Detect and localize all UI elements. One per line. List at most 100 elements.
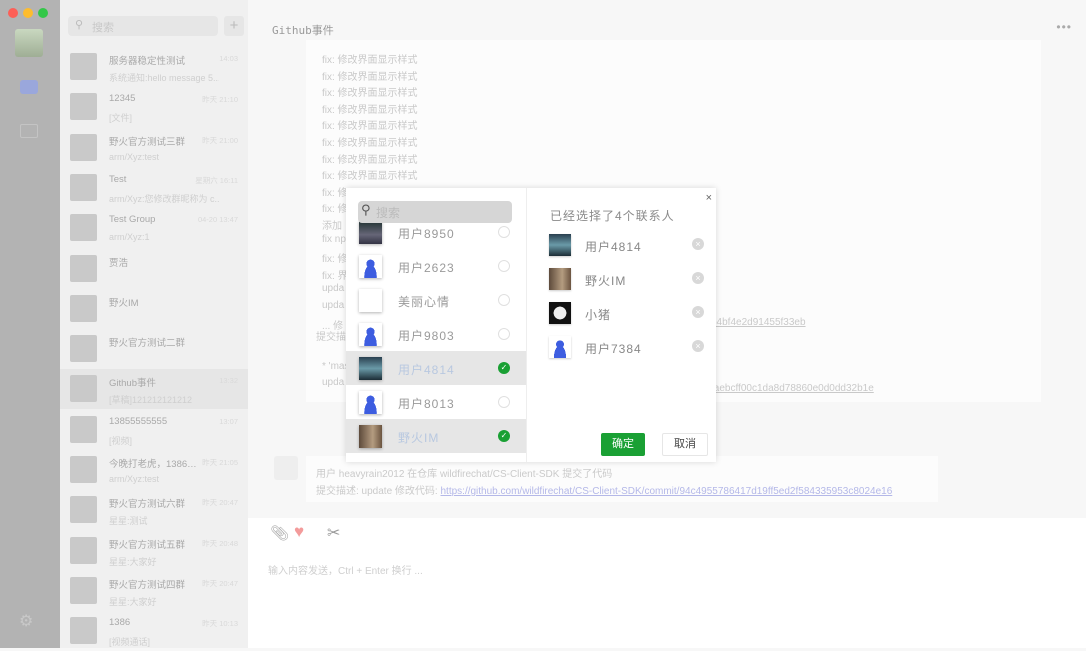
- conversation-avatar: [70, 415, 97, 443]
- conversation-item[interactable]: 今晚打老虎，1386… arm/Xyz:test 昨天 21:05: [60, 450, 248, 490]
- contact-avatar: [549, 268, 571, 290]
- bot-avatar[interactable]: [274, 456, 298, 480]
- contact-search-input[interactable]: ⚲ 搜索: [358, 201, 512, 223]
- conversation-last-message: [视频通话]: [109, 637, 151, 648]
- conversation-item[interactable]: 野火官方测试六群 星星:测试 昨天 20:47: [60, 490, 248, 530]
- conversation-avatar: [70, 536, 97, 564]
- selected-contacts-panel: × 已经选择了4个联系人 用户4814 × 野火IM × 小猪 × 用户7384 × 确定 取…: [527, 188, 716, 462]
- screenshot-scissors-icon[interactable]: ✂: [327, 523, 340, 543]
- conversation-item[interactable]: 野火官方测试四群 星星:大家好 昨天 20:47: [60, 571, 248, 611]
- conversation-name: Test: [109, 173, 127, 185]
- remove-contact-icon[interactable]: ×: [692, 272, 704, 284]
- more-options-button[interactable]: •••: [1056, 20, 1072, 34]
- close-window-button[interactable]: [8, 8, 18, 18]
- contact-avatar: [359, 425, 382, 448]
- remove-contact-icon[interactable]: ×: [692, 238, 704, 250]
- conversation-last-message: [视频]: [109, 435, 133, 446]
- conversation-avatar: [70, 53, 97, 80]
- conversation-item[interactable]: 13855555555 [视频] 13:07: [60, 410, 248, 450]
- conversation-item[interactable]: 野火官方测试三群 arm/Xyz:test 昨天 21:00: [60, 128, 248, 168]
- selected-contact: 用户7384 ×: [549, 336, 709, 360]
- confirm-button[interactable]: 确定: [601, 433, 645, 456]
- conversation-time: 昨天 20:48: [202, 538, 238, 548]
- commit-line: fix: 修: [322, 254, 348, 266]
- conversation-avatar: [70, 133, 97, 161]
- my-avatar[interactable]: [15, 29, 43, 57]
- conversation-last-message: arm/Xyz:1: [109, 232, 150, 243]
- message-input-area[interactable]: 📎︎ ♥ ✂ 输入内容发送，Ctrl + Enter 换行 ...: [248, 518, 1086, 648]
- avatar-image: [359, 357, 382, 380]
- contact-name: 用户9803: [398, 329, 455, 343]
- contact-name: 野火IM: [398, 431, 440, 445]
- contact-item[interactable]: 用户4814 ✓: [346, 351, 526, 385]
- conversation-item[interactable]: 贾浩: [60, 249, 248, 289]
- conversation-time: 14:03: [219, 54, 238, 63]
- contact-avatar: [359, 391, 382, 414]
- conversation-last-message: 星星:测试: [109, 516, 148, 527]
- contact-name: 用户7384: [585, 342, 642, 356]
- contact-avatar: [549, 336, 571, 358]
- avatar-image: [549, 302, 571, 324]
- conversation-time: 昨天 21:05: [202, 458, 238, 467]
- contact-item[interactable]: 用户8013: [346, 385, 526, 419]
- commit-line: fix: 修改界面显示样式: [322, 55, 418, 66]
- contact-item[interactable]: 用户9803: [346, 317, 526, 351]
- unchecked-radio[interactable]: [498, 226, 510, 238]
- settings-gear-icon[interactable]: ⚙: [19, 611, 39, 630]
- commit-link[interactable]: https://github.com/wildfirechat/CS-Clien…: [440, 486, 892, 497]
- conversation-item[interactable]: Test arm/Xyz:您修改群昵称为 c... 星期六 16:11: [60, 168, 248, 208]
- commit-line: fix: 修: [322, 204, 348, 216]
- conversation-name: Test Group: [109, 214, 156, 226]
- conversation-time: 昨天 10:13: [202, 619, 238, 629]
- contact-name: 野火IM: [585, 274, 627, 288]
- maximize-window-button[interactable]: [38, 8, 48, 18]
- conversation-avatar: [70, 214, 97, 242]
- checked-icon[interactable]: ✓: [498, 362, 510, 374]
- conversation-avatar: [70, 294, 97, 322]
- contact-avatar: [359, 357, 382, 380]
- contact-item[interactable]: 美丽心情: [346, 283, 526, 317]
- contacts-book-icon[interactable]: [20, 124, 38, 138]
- conversation-name: 12345: [109, 93, 136, 105]
- conversation-name: 野火官方测试四群: [109, 579, 186, 591]
- minimize-window-button[interactable]: [23, 8, 33, 18]
- conversation-item[interactable]: 野火官方测试二群: [60, 329, 248, 369]
- contact-picker-list[interactable]: ⚲ 搜索 用户8950 用户2623 美丽心情 用户9803 用户4814 ✓ 用户8013 野…: [346, 188, 527, 462]
- add-button[interactable]: +: [224, 16, 244, 36]
- commit-link[interactable]: b4bf4e2d91455f33eb: [711, 317, 806, 328]
- commit-line: fix: 修改界面显示样式: [322, 171, 418, 183]
- contact-item[interactable]: 野火IM ✓: [346, 419, 526, 453]
- conversation-time: 04-20 13:47: [197, 215, 238, 225]
- remove-contact-icon[interactable]: ×: [692, 306, 704, 318]
- checked-icon[interactable]: ✓: [498, 430, 510, 442]
- attachment-icon[interactable]: 📎︎: [270, 524, 289, 542]
- message-input-placeholder: 输入内容发送，Ctrl + Enter 换行 ...: [268, 566, 423, 577]
- conversation-item[interactable]: 服务器稳定性测试 系统通知:hello message 5... 14:03: [60, 47, 248, 87]
- contact-name: 用户4814: [398, 363, 455, 377]
- cancel-button[interactable]: 取消: [662, 433, 708, 456]
- remove-contact-icon[interactable]: ×: [692, 340, 704, 352]
- chat-icon[interactable]: [20, 80, 38, 94]
- unchecked-radio[interactable]: [498, 260, 510, 272]
- unchecked-radio[interactable]: [498, 328, 510, 340]
- avatar-image: [359, 425, 382, 448]
- favorite-heart-icon[interactable]: ♥: [294, 522, 304, 542]
- conversation-item[interactable]: 1386 [视频通话] 昨天 10:13: [60, 611, 248, 651]
- conversation-item[interactable]: Github事件 [草稿]121212121212 13:32: [60, 369, 248, 410]
- close-icon[interactable]: ×: [706, 192, 712, 204]
- search-placeholder: 搜索: [376, 206, 401, 220]
- conversation-item[interactable]: Test Group arm/Xyz:1 04-20 13:47: [60, 208, 248, 248]
- contact-item[interactable]: 用户2623: [346, 249, 526, 283]
- conversation-time: 昨天 21:10: [202, 95, 238, 105]
- unchecked-radio[interactable]: [498, 396, 510, 408]
- conversation-item[interactable]: 野火官方测试五群 星星:大家好 昨天 20:48: [60, 531, 248, 571]
- unchecked-radio[interactable]: [498, 294, 510, 306]
- conversation-name: 13855555555: [109, 415, 168, 427]
- conversation-item[interactable]: 野火IM: [60, 289, 248, 329]
- message-bubble: 用户 heavyrain2012 在仓库 wildfirechat/CS-Cli…: [306, 456, 938, 502]
- commit-line: fix np: [322, 233, 346, 245]
- commit-link[interactable]: taebcff00c1da8d78860e0d0dd32b1e: [711, 383, 874, 394]
- search-input[interactable]: 搜索 ⚲: [68, 16, 218, 36]
- conversation-item[interactable]: 12345 [文件] 昨天 21:10: [60, 87, 248, 127]
- contact-name: 小猪: [585, 308, 612, 322]
